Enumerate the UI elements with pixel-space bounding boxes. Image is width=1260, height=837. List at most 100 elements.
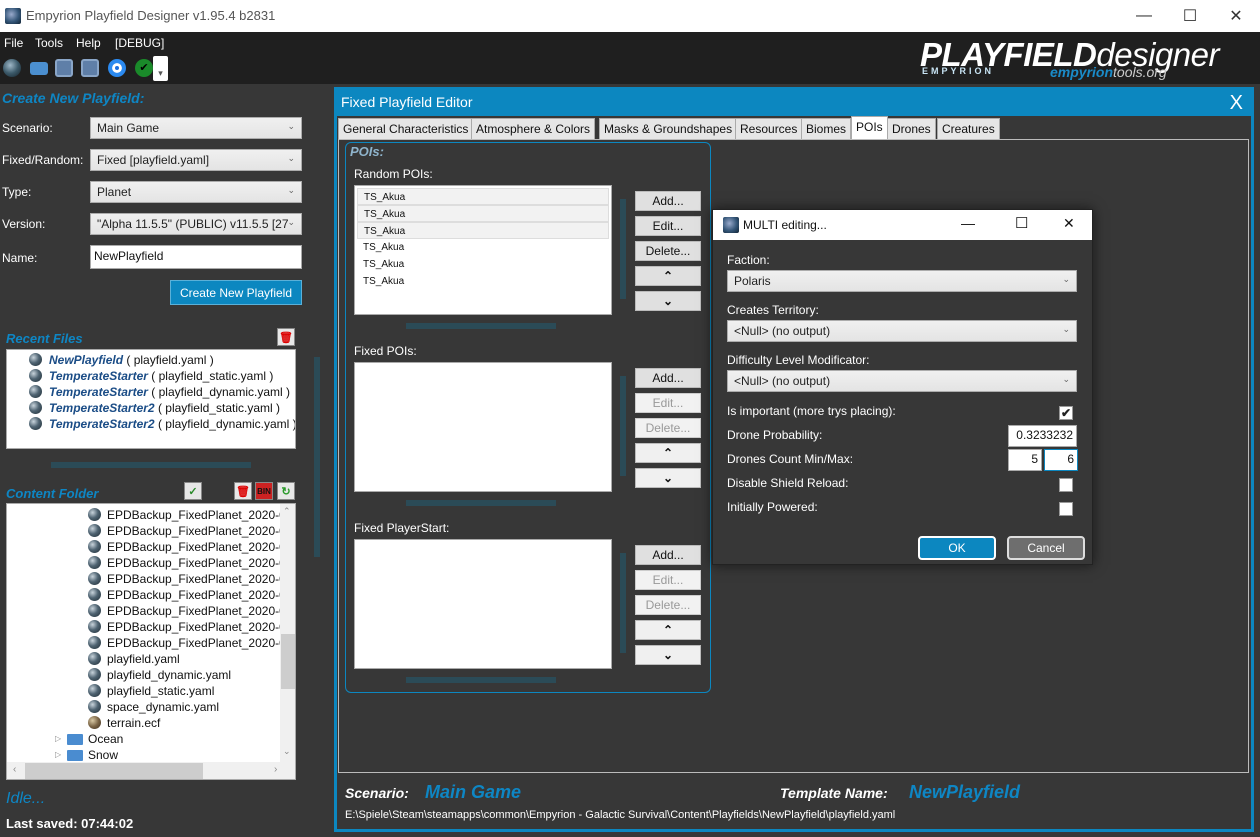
fixed-random-select[interactable]: Fixed [playfield.yaml] ⌄ (90, 149, 302, 171)
fixed-playerstart-list[interactable] (354, 539, 612, 669)
create-new-playfield-button[interactable]: Create New Playfield (170, 280, 302, 305)
splitter-handle[interactable] (51, 462, 251, 468)
scroll-right-icon[interactable]: › (274, 764, 277, 775)
fixed-add-button[interactable]: Add... (635, 368, 701, 388)
dialog-close-button[interactable]: ✕ (1063, 215, 1075, 232)
tab-resources[interactable]: Resources (735, 118, 803, 140)
dialog-minimize-button[interactable]: — (961, 215, 975, 231)
tree-file-item[interactable]: playfield_dynamic.yaml (7, 667, 279, 683)
validate-check-icon[interactable]: ✔ (135, 59, 153, 77)
vertical-splitter-handle[interactable] (314, 357, 320, 557)
poi-list-item[interactable]: TS_Akua (357, 239, 609, 256)
random-pois-splitter[interactable] (620, 199, 626, 299)
poi-list-item[interactable]: TS_Akua (357, 205, 609, 222)
poi-list-item[interactable]: TS_Akua (357, 222, 609, 239)
delete-trash-icon[interactable]: 🗑 (234, 482, 252, 500)
fixed-pois-list[interactable] (354, 362, 612, 492)
recent-file-item[interactable]: TemperateStarter ( playfield_static.yaml… (7, 368, 295, 384)
disable-shield-reload-checkbox[interactable] (1059, 478, 1073, 492)
fixed-move-up-button[interactable]: ⌃ (635, 443, 701, 463)
tree-file-item[interactable]: EPDBackup_FixedPlanet_2020-02 (7, 587, 292, 603)
editor-close-button[interactable]: X (1230, 92, 1243, 115)
recent-file-item[interactable]: NewPlayfield ( playfield.yaml ) (7, 352, 295, 368)
random-delete-button[interactable]: Delete... (635, 241, 701, 261)
tree-file-item[interactable]: space_dynamic.yaml (7, 699, 279, 715)
validate-file-icon[interactable]: ✓ (184, 482, 202, 500)
tree-file-item[interactable]: EPDBackup_FixedPlanet_2020-02 (7, 603, 292, 619)
initially-powered-checkbox[interactable] (1059, 502, 1073, 516)
random-pois-hsplitter[interactable] (406, 323, 556, 329)
tree-file-item[interactable]: EPDBackup_FixedPlanet_2020-02 (7, 555, 292, 571)
tree-file-item[interactable]: EPDBackup_FixedPlanet_2020-02 (7, 635, 292, 651)
tab-general-characteristics[interactable]: General Characteristics (338, 118, 474, 140)
tree-folder-item[interactable]: ▷ Snow (7, 747, 279, 763)
tree-horizontal-scroll-thumb[interactable] (25, 763, 203, 779)
tree-file-item[interactable]: EPDBackup_FixedPlanet_2020-02 (7, 523, 292, 539)
clear-recent-trash-icon[interactable]: 🗑 (277, 328, 295, 346)
recent-file-item[interactable]: TemperateStarter2 ( playfield_dynamic.ya… (7, 416, 295, 432)
fixed-edit-button[interactable]: Edit... (635, 393, 701, 413)
tree-horizontal-scrollbar[interactable]: ‹ › (7, 762, 295, 779)
fixed-pois-splitter[interactable] (620, 376, 626, 476)
playerstart-edit-button[interactable]: Edit... (635, 570, 701, 590)
tab-creatures[interactable]: Creatures (937, 118, 1000, 140)
difficulty-select[interactable]: <Null> (no output) ⌄ (727, 370, 1077, 392)
random-edit-button[interactable]: Edit... (635, 216, 701, 236)
minimize-button[interactable]: — (1121, 0, 1167, 32)
expand-arrow-icon[interactable]: ▷ (55, 731, 61, 747)
tree-file-item[interactable]: EPDBackup_FixedPlanet_2020-02 (7, 507, 292, 523)
scenario-select[interactable]: Main Game ⌄ (90, 117, 302, 139)
tree-file-item[interactable]: playfield_static.yaml (7, 683, 279, 699)
refresh-folder-icon[interactable]: ↻ (277, 482, 295, 500)
tree-file-item[interactable]: playfield.yaml (7, 651, 279, 667)
scroll-up-icon[interactable]: ⌃ (283, 506, 291, 517)
refresh-icon[interactable] (108, 59, 126, 77)
save-icon[interactable] (55, 59, 73, 77)
scroll-down-icon[interactable]: ⌄ (283, 746, 291, 757)
tree-vertical-scroll-thumb[interactable] (281, 634, 295, 689)
random-move-down-button[interactable]: ⌄ (635, 291, 701, 311)
random-add-button[interactable]: Add... (635, 191, 701, 211)
tree-file-item[interactable]: EPDBackup_FixedPlanet_2020-02 (7, 619, 292, 635)
menu-debug[interactable]: [DEBUG] (115, 36, 164, 50)
save-as-icon[interactable] (81, 59, 99, 77)
random-move-up-button[interactable]: ⌃ (635, 266, 701, 286)
recent-file-item[interactable]: TemperateStarter2 ( playfield_static.yam… (7, 400, 295, 416)
tree-vertical-scrollbar[interactable]: ⌃ ⌄ (280, 504, 295, 762)
poi-list-item[interactable]: TS_Akua (357, 188, 609, 205)
drone-probability-input[interactable]: 0.3233232 (1008, 425, 1077, 447)
overflow-icon[interactable]: ▾ (153, 56, 168, 81)
tree-file-item[interactable]: terrain.ecf (7, 715, 279, 731)
tree-file-item[interactable]: EPDBackup_FixedPlanet_2020-02 (7, 571, 292, 587)
ok-button[interactable]: OK (918, 536, 996, 560)
maximize-button[interactable]: ☐ (1167, 0, 1213, 32)
tab-drones[interactable]: Drones (887, 118, 936, 140)
expand-arrow-icon[interactable]: ▷ (55, 747, 61, 763)
scroll-left-icon[interactable]: ‹ (13, 764, 16, 775)
drones-max-input[interactable]: 6 (1044, 449, 1078, 471)
folder-open-icon[interactable] (30, 62, 48, 75)
creates-territory-select[interactable]: <Null> (no output) ⌄ (727, 320, 1077, 342)
type-select[interactable]: Planet ⌄ (90, 181, 302, 203)
tab-pois[interactable]: POIs (851, 116, 888, 140)
playerstart-add-button[interactable]: Add... (635, 545, 701, 565)
playerstart-move-down-button[interactable]: ⌄ (635, 645, 701, 665)
poi-list-item[interactable]: TS_Akua (357, 273, 609, 290)
dialog-maximize-button[interactable]: ☐ (1015, 214, 1028, 232)
menu-help[interactable]: Help (76, 36, 101, 50)
globe-icon[interactable] (3, 59, 21, 77)
menu-tools[interactable]: Tools (35, 36, 63, 50)
drones-min-input[interactable]: 5 (1008, 449, 1042, 471)
tab-atmosphere-colors[interactable]: Atmosphere & Colors (471, 118, 596, 140)
cancel-button[interactable]: Cancel (1007, 536, 1085, 560)
playerstart-hsplitter[interactable] (406, 677, 556, 683)
menu-file[interactable]: File (4, 36, 23, 50)
close-button[interactable]: ✕ (1213, 0, 1259, 32)
playerstart-move-up-button[interactable]: ⌃ (635, 620, 701, 640)
name-input[interactable]: NewPlayfield (90, 245, 302, 269)
fixed-pois-hsplitter[interactable] (406, 500, 556, 506)
faction-select[interactable]: Polaris ⌄ (727, 270, 1077, 292)
fixed-delete-button[interactable]: Delete... (635, 418, 701, 438)
tab-biomes[interactable]: Biomes (801, 118, 852, 140)
playerstart-delete-button[interactable]: Delete... (635, 595, 701, 615)
